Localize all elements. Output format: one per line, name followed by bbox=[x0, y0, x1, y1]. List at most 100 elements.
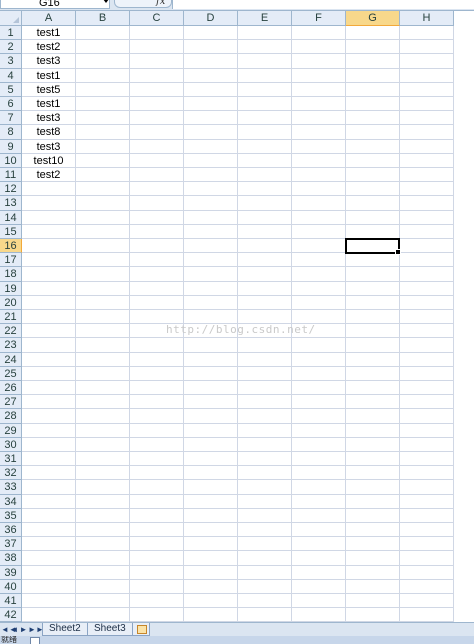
cell-e41[interactable] bbox=[238, 594, 292, 609]
cell-c40[interactable] bbox=[130, 579, 184, 594]
cell-f31[interactable] bbox=[292, 452, 346, 467]
active-cell-selection[interactable] bbox=[345, 238, 401, 256]
cell-h32[interactable] bbox=[400, 466, 454, 481]
cell-h21[interactable] bbox=[400, 310, 454, 325]
cell-h6[interactable] bbox=[400, 97, 454, 112]
row-header[interactable]: 9 bbox=[0, 139, 22, 154]
cell-f32[interactable] bbox=[292, 466, 346, 481]
cell-e7[interactable] bbox=[238, 111, 292, 126]
cell-h33[interactable] bbox=[400, 480, 454, 495]
cell-f38[interactable] bbox=[292, 551, 346, 566]
cell-a26[interactable] bbox=[22, 381, 76, 396]
cell-f14[interactable] bbox=[292, 210, 346, 225]
cell-c2[interactable] bbox=[130, 40, 184, 55]
cell-g34[interactable] bbox=[346, 494, 400, 509]
row-header[interactable]: 1 bbox=[0, 26, 22, 41]
cell-b26[interactable] bbox=[76, 381, 130, 396]
cell-g36[interactable] bbox=[346, 523, 400, 538]
cell-a39[interactable] bbox=[22, 565, 76, 580]
cell-d24[interactable] bbox=[184, 352, 238, 367]
row-header[interactable]: 39 bbox=[0, 565, 22, 580]
cell-d11[interactable] bbox=[184, 168, 238, 183]
cell-a10[interactable]: test10 bbox=[22, 153, 76, 168]
cell-g38[interactable] bbox=[346, 551, 400, 566]
cell-b37[interactable] bbox=[76, 537, 130, 552]
cell-g18[interactable] bbox=[346, 267, 400, 282]
cell-b33[interactable] bbox=[76, 480, 130, 495]
cell-e33[interactable] bbox=[238, 480, 292, 495]
cell-f13[interactable] bbox=[292, 196, 346, 211]
worksheet-grid[interactable]: 1 test1 2 test2 3 test3 4 test1 5 test5 6 test1 7 tes… bbox=[0, 26, 474, 622]
cell-d5[interactable] bbox=[184, 82, 238, 97]
cell-g14[interactable] bbox=[346, 210, 400, 225]
cell-d36[interactable] bbox=[184, 523, 238, 538]
cell-f20[interactable] bbox=[292, 295, 346, 310]
cell-g12[interactable] bbox=[346, 182, 400, 197]
row-header[interactable]: 6 bbox=[0, 97, 22, 112]
cell-c23[interactable] bbox=[130, 338, 184, 353]
row-header[interactable]: 24 bbox=[0, 352, 22, 367]
cell-g31[interactable] bbox=[346, 452, 400, 467]
cell-g33[interactable] bbox=[346, 480, 400, 495]
cell-b6[interactable] bbox=[76, 97, 130, 112]
row-header[interactable]: 17 bbox=[0, 253, 22, 268]
cell-h20[interactable] bbox=[400, 295, 454, 310]
cell-a25[interactable] bbox=[22, 366, 76, 381]
cell-b4[interactable] bbox=[76, 68, 130, 83]
cell-c32[interactable] bbox=[130, 466, 184, 481]
cell-f39[interactable] bbox=[292, 565, 346, 580]
row-header[interactable]: 32 bbox=[0, 466, 22, 481]
row-header[interactable]: 23 bbox=[0, 338, 22, 353]
cell-g15[interactable] bbox=[346, 224, 400, 239]
cell-d7[interactable] bbox=[184, 111, 238, 126]
cell-b5[interactable] bbox=[76, 82, 130, 97]
cell-d40[interactable] bbox=[184, 579, 238, 594]
cell-h23[interactable] bbox=[400, 338, 454, 353]
cell-e9[interactable] bbox=[238, 139, 292, 154]
cell-a15[interactable] bbox=[22, 224, 76, 239]
cell-g23[interactable] bbox=[346, 338, 400, 353]
cell-h34[interactable] bbox=[400, 494, 454, 509]
cell-c15[interactable] bbox=[130, 224, 184, 239]
cell-a14[interactable] bbox=[22, 210, 76, 225]
cell-h31[interactable] bbox=[400, 452, 454, 467]
cell-c31[interactable] bbox=[130, 452, 184, 467]
column-header-g[interactable]: G bbox=[346, 11, 400, 26]
row-header[interactable]: 40 bbox=[0, 579, 22, 594]
first-sheet-button[interactable]: ◄◄ bbox=[1, 625, 17, 635]
cell-e37[interactable] bbox=[238, 537, 292, 552]
cell-d42[interactable] bbox=[184, 608, 238, 622]
row-header[interactable]: 22 bbox=[0, 324, 22, 339]
cell-d18[interactable] bbox=[184, 267, 238, 282]
cell-e29[interactable] bbox=[238, 423, 292, 438]
cell-a18[interactable] bbox=[22, 267, 76, 282]
cell-a12[interactable] bbox=[22, 182, 76, 197]
row-header[interactable]: 19 bbox=[0, 281, 22, 296]
cell-d9[interactable] bbox=[184, 139, 238, 154]
cell-h22[interactable] bbox=[400, 324, 454, 339]
next-sheet-button[interactable]: ► bbox=[19, 625, 28, 635]
cell-a34[interactable] bbox=[22, 494, 76, 509]
cell-h1[interactable] bbox=[400, 26, 454, 41]
cell-h15[interactable] bbox=[400, 224, 454, 239]
cell-c16[interactable] bbox=[130, 239, 184, 254]
cell-c42[interactable] bbox=[130, 608, 184, 622]
cell-c26[interactable] bbox=[130, 381, 184, 396]
cell-b18[interactable] bbox=[76, 267, 130, 282]
cell-g35[interactable] bbox=[346, 508, 400, 523]
cell-e39[interactable] bbox=[238, 565, 292, 580]
cell-a22[interactable] bbox=[22, 324, 76, 339]
cell-h42[interactable] bbox=[400, 608, 454, 622]
insert-function-icon[interactable]: fx bbox=[156, 0, 165, 7]
cell-b10[interactable] bbox=[76, 153, 130, 168]
cell-d19[interactable] bbox=[184, 281, 238, 296]
cell-b19[interactable] bbox=[76, 281, 130, 296]
cell-d28[interactable] bbox=[184, 409, 238, 424]
row-header[interactable]: 29 bbox=[0, 423, 22, 438]
cell-a42[interactable] bbox=[22, 608, 76, 622]
row-header[interactable]: 16 bbox=[0, 239, 22, 254]
cell-b30[interactable] bbox=[76, 437, 130, 452]
cell-c10[interactable] bbox=[130, 153, 184, 168]
row-header[interactable]: 27 bbox=[0, 395, 22, 410]
cell-a21[interactable] bbox=[22, 310, 76, 325]
